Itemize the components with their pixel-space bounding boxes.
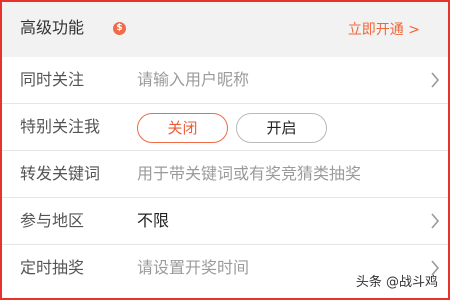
- nickname-input[interactable]: 请输入用户昵称: [137, 69, 249, 91]
- toggle-off-button[interactable]: 关闭: [137, 113, 228, 143]
- advanced-features-header: 高级功能 $ 立即开通 >: [2, 2, 448, 58]
- row-special-follow: 特别关注我 关闭 开启: [2, 104, 448, 151]
- row-label: 参与地区: [20, 211, 85, 230]
- toggle-on-button[interactable]: 开启: [236, 113, 327, 143]
- header-title: 高级功能: [20, 18, 85, 37]
- chevron-right-icon: [431, 213, 440, 229]
- draw-time-input[interactable]: 请设置开奖时间: [137, 257, 249, 279]
- row-region[interactable]: 参与地区 不限: [2, 198, 448, 245]
- row-follow-together[interactable]: 同时关注 请输入用户昵称: [2, 57, 448, 104]
- chevron-right-icon: [431, 72, 440, 88]
- watermark: 头条 @战斗鸡: [355, 275, 438, 290]
- row-label: 特别关注我: [20, 117, 101, 136]
- row-label: 同时关注: [20, 70, 85, 89]
- keyword-input[interactable]: 用于带关键词或有奖竞猜类抽奖: [137, 163, 361, 185]
- row-label: 定时抽奖: [20, 258, 85, 277]
- paid-badge-icon: $: [113, 22, 126, 35]
- row-repost-keyword[interactable]: 转发关键词 用于带关键词或有奖竞猜类抽奖: [2, 151, 448, 198]
- activate-now-link[interactable]: 立即开通 >: [348, 20, 420, 40]
- region-value[interactable]: 不限: [137, 210, 169, 232]
- row-label: 转发关键词: [20, 164, 101, 183]
- advanced-settings-panel: 高级功能 $ 立即开通 > 同时关注 请输入用户昵称 特别关注我 关闭 开启 转…: [0, 0, 450, 300]
